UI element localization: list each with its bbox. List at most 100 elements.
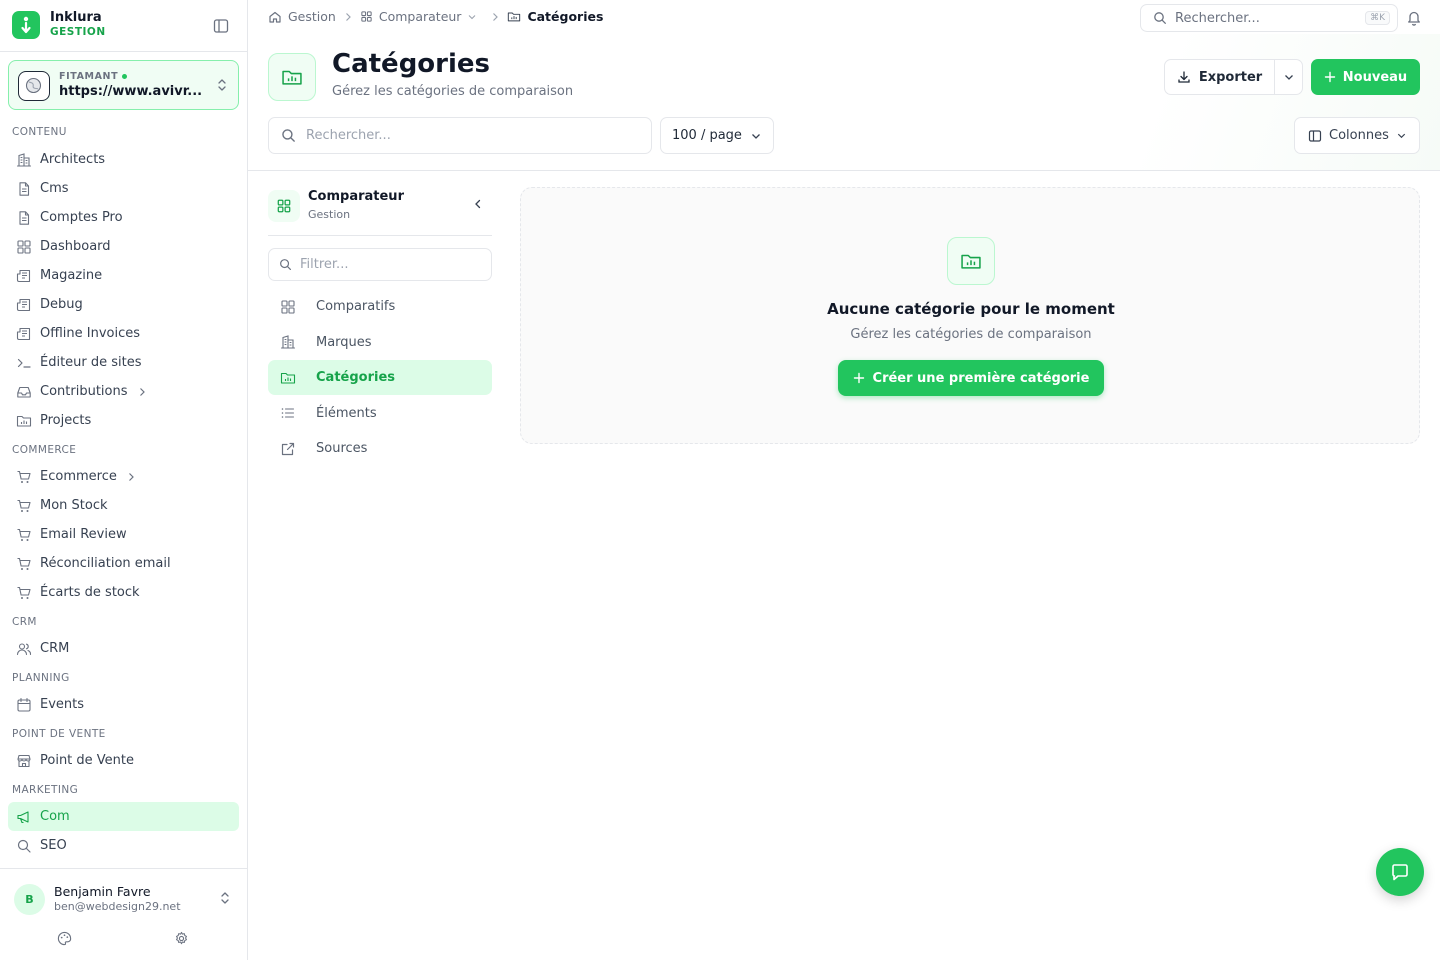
building-icon — [280, 334, 306, 350]
columns-button[interactable]: Colonnes — [1294, 117, 1420, 154]
chevron-right-icon — [491, 12, 499, 22]
breadcrumb-current: Catégories — [507, 9, 603, 24]
sidebar-item-label: Cms — [40, 181, 69, 196]
sidebar-item-label: Éditeur de sites — [40, 355, 142, 370]
user-email: ben@webdesign29.net — [54, 900, 181, 913]
sidebar-item-magazine[interactable]: Magazine — [8, 261, 239, 290]
brand-name: Inklura — [50, 10, 102, 25]
sidebar-item-dashboard[interactable]: Dashboard — [8, 232, 239, 261]
sidebar-item-crm[interactable]: CRM — [8, 634, 239, 663]
top-bar: Gestion Comparateur Catégories Recherche… — [248, 0, 1440, 34]
panel-item-sources[interactable]: Sources — [268, 431, 492, 466]
sidebar-item-reconciliation-email[interactable]: Réconciliation email — [8, 549, 239, 578]
sidebar-item-mon-stock[interactable]: Mon Stock — [8, 491, 239, 520]
sidebar-item-label: Magazine — [40, 268, 103, 283]
panel-item-elements[interactable]: Éléments — [268, 396, 492, 431]
search-icon — [282, 129, 295, 142]
breadcrumb-parent[interactable]: Comparateur — [360, 9, 484, 24]
panel-item-comparatifs[interactable]: Comparatifs — [268, 289, 492, 324]
sidebar-item-label: Projects — [40, 413, 92, 428]
cart-icon — [16, 469, 32, 485]
sidebar-item-point-de-vente[interactable]: Point de Vente — [8, 746, 239, 775]
nav-section-title: PLANNING — [12, 672, 70, 684]
brand-logo-icon[interactable] — [12, 11, 40, 39]
sidebar-item-label: Mon Stock — [40, 498, 108, 513]
sidebar-item-comptes-pro[interactable]: Comptes Pro — [8, 203, 239, 232]
breadcrumb-home-label: Gestion — [288, 9, 336, 24]
sidebar-item-offline-invoices[interactable]: Offline Invoices — [8, 319, 239, 348]
section-panel: Comparateur Gestion Filtrer... Comparati… — [268, 187, 492, 477]
sidebar-item-label: Debug — [40, 297, 83, 312]
user-name: Benjamin Favre — [54, 884, 151, 899]
keyboard-shortcut: ⌘K — [1365, 11, 1390, 25]
empty-state-title: Aucune catégorie pour le moment — [827, 300, 1115, 318]
sidebar-item-label: Dashboard — [40, 239, 111, 254]
global-search-placeholder: Rechercher... — [1175, 10, 1260, 26]
sidebar-item-architects[interactable]: Architects — [8, 145, 239, 174]
sidebar-item-ecarts-de-stock[interactable]: Écarts de stock — [8, 578, 239, 607]
calendar-icon — [16, 697, 32, 713]
chevron-down-icon — [1397, 133, 1405, 139]
grid-icon — [280, 299, 306, 315]
sidebar-item-seo[interactable]: SEO — [8, 831, 239, 860]
newspaper-icon — [16, 326, 32, 342]
nav-section-title: COMMERCE — [12, 444, 77, 456]
inbox-icon — [16, 384, 32, 400]
sidebar-item-cms[interactable]: Cms — [8, 174, 239, 203]
panel-item-label: Éléments — [316, 405, 377, 421]
columns-icon — [1308, 129, 1322, 142]
chevron-up-down-icon[interactable] — [219, 891, 231, 905]
chevron-down-icon — [1284, 75, 1293, 80]
panel-item-label: Marques — [316, 334, 372, 350]
bell-icon[interactable] — [1406, 9, 1422, 26]
newspaper-icon — [16, 268, 32, 284]
sidebar-item-contributions[interactable]: Contributions — [8, 377, 239, 406]
list-icon — [280, 405, 306, 421]
megaphone-icon — [16, 809, 32, 825]
columns-label: Colonnes — [1329, 128, 1389, 143]
sidebar-item-debug[interactable]: Debug — [8, 290, 239, 319]
cart-icon — [16, 585, 32, 601]
panel-nav: Comparatifs Marques Catégories Éléments Sour… — [268, 289, 492, 467]
cart-icon — [16, 556, 32, 572]
sidebar-item-com[interactable]: Com — [8, 802, 239, 831]
breadcrumb-home[interactable]: Gestion — [268, 9, 336, 24]
panel-item-label: Sources — [316, 441, 368, 456]
page-header: Catégories Gérez les catégories de compa… — [248, 34, 1440, 171]
export-button[interactable]: Exporter — [1165, 60, 1275, 94]
external-link-icon — [280, 441, 306, 457]
site-switcher[interactable]: FITAMANT https://www.avivr... — [8, 60, 239, 110]
sidebar-item-label: Com — [40, 809, 70, 824]
chevron-up-down-icon — [216, 78, 228, 92]
export-dropdown-button[interactable] — [1275, 60, 1302, 94]
gear-icon[interactable] — [174, 931, 189, 946]
sidebar-item-projects[interactable]: Projects — [8, 406, 239, 435]
sidebar-toggle-icon[interactable] — [212, 17, 230, 35]
palette-icon[interactable] — [57, 931, 72, 946]
panel-filter-placeholder: Filtrer... — [300, 257, 349, 272]
search-icon — [1154, 12, 1166, 24]
panel-item-marques[interactable]: Marques — [268, 325, 492, 360]
cart-icon — [16, 527, 32, 543]
avatar[interactable]: B — [14, 884, 45, 915]
chevron-left-icon[interactable] — [472, 198, 484, 210]
grid-icon — [16, 239, 32, 255]
global-search-input[interactable]: Rechercher... ⌘K — [1140, 4, 1398, 32]
sidebar-item-events[interactable]: Events — [8, 690, 239, 719]
sidebar-item-email-review[interactable]: Email Review — [8, 520, 239, 549]
per-page-select[interactable]: 100 / page — [660, 117, 774, 154]
panel-item-categories[interactable]: Catégories — [268, 360, 492, 395]
list-search-input[interactable]: Rechercher... — [268, 117, 652, 154]
folder-chart-icon — [508, 12, 521, 22]
new-button[interactable]: Nouveau — [1311, 59, 1420, 95]
online-status-dot — [122, 74, 128, 79]
panel-filter-input[interactable]: Filtrer... — [268, 248, 492, 281]
globe-icon — [18, 71, 50, 101]
sidebar-item-editeur-de-sites[interactable]: Éditeur de sites — [8, 348, 239, 377]
folder-chart-icon — [16, 413, 32, 429]
sidebar-item-ecommerce[interactable]: Ecommerce — [8, 462, 239, 491]
newspaper-icon — [16, 297, 32, 313]
chat-button[interactable] — [1376, 848, 1424, 896]
chevron-down-icon[interactable] — [467, 12, 477, 22]
create-first-category-button[interactable]: Créer une première catégorie — [838, 360, 1104, 396]
